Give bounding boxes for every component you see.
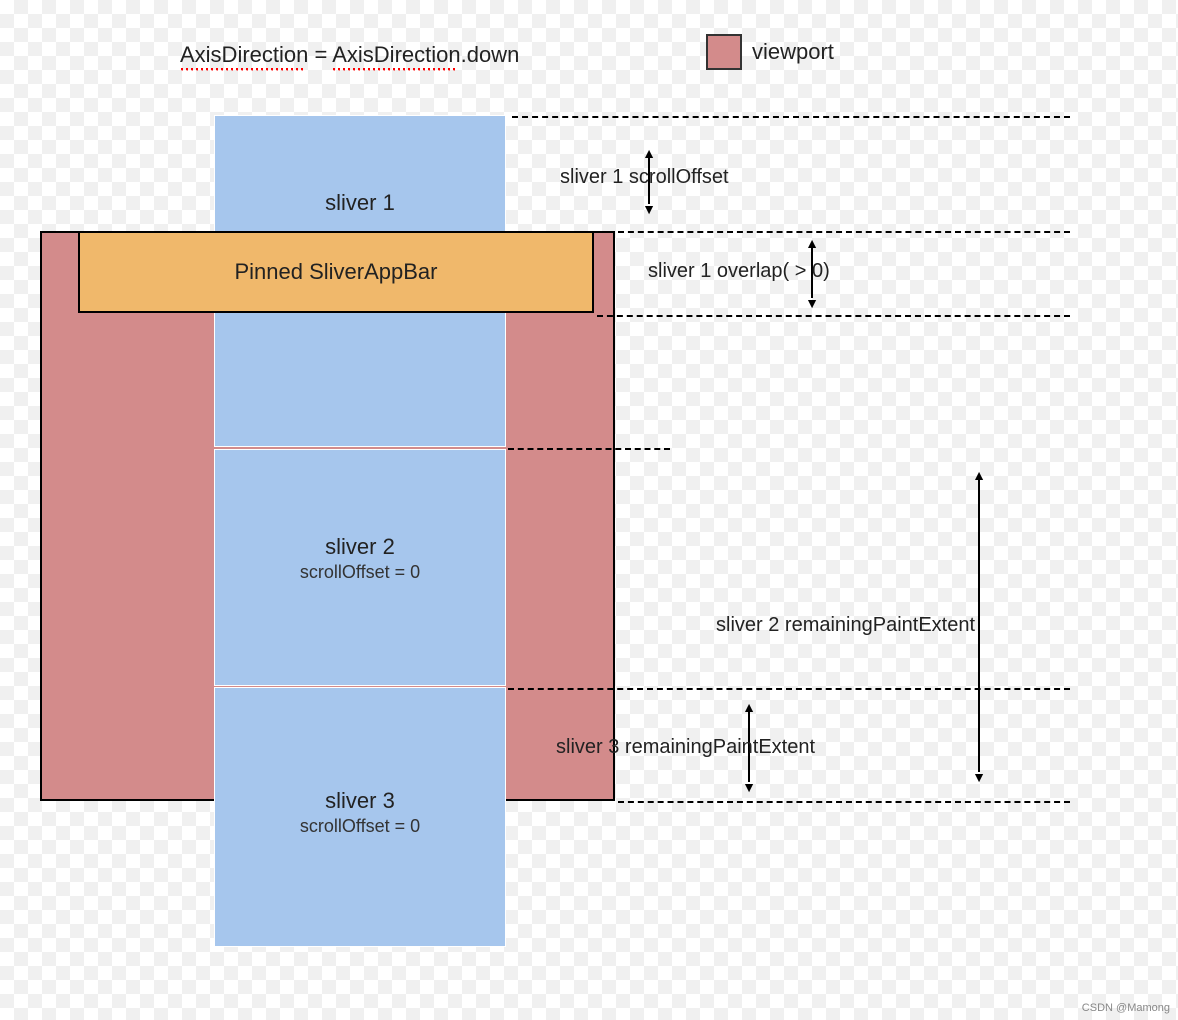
legend: viewport <box>706 34 834 70</box>
diagram-canvas: AxisDirection = AxisDirection.down viewp… <box>0 0 1178 1020</box>
guide-appbar-bottom <box>597 315 1070 317</box>
annotation-overlap: sliver 1 overlap( > 0) <box>648 260 808 283</box>
legend-label-viewport: viewport <box>752 39 834 65</box>
arrow-down-icon <box>972 772 986 782</box>
arrow-down-icon <box>805 298 819 308</box>
guide-viewport-top <box>618 231 1070 233</box>
arrow-down-icon <box>642 204 656 214</box>
guide-sliver1-bottom <box>508 448 670 450</box>
appbar-label: Pinned SliverAppBar <box>234 259 437 285</box>
watermark: CSDN @Mamong <box>1082 1002 1170 1014</box>
arrow-up-icon <box>642 148 656 158</box>
annotation-scrolloffset: sliver 1 scrollOffset <box>560 166 729 189</box>
annotation-rpe3: sliver 3 remainingPaintExtent <box>556 736 756 759</box>
pinned-sliver-appbar: Pinned SliverAppBar <box>78 231 594 313</box>
arrow-up-icon <box>805 238 819 248</box>
sliver-1-label: sliver 1 <box>215 190 505 216</box>
guide-sliver1-top <box>512 116 1070 118</box>
sliver-3-sublabel: scrollOffset = 0 <box>215 816 505 837</box>
guide-viewport-bottom <box>618 801 1070 803</box>
arrow-down-icon <box>742 782 756 792</box>
sliver-2-label: sliver 2 <box>215 534 505 560</box>
spellcheck-underline-1 <box>180 68 306 72</box>
spellcheck-underline-2 <box>332 68 458 72</box>
axis-direction-text: AxisDirection = AxisDirection.down <box>180 42 519 68</box>
legend-swatch-viewport <box>706 34 742 70</box>
annotation-rpe2: sliver 2 remainingPaintExtent <box>716 614 975 637</box>
sliver-2-sublabel: scrollOffset = 0 <box>215 562 505 583</box>
sliver-3-label: sliver 3 <box>215 788 505 814</box>
arrow-up-icon <box>972 470 986 480</box>
arrow-up-icon <box>742 702 756 712</box>
